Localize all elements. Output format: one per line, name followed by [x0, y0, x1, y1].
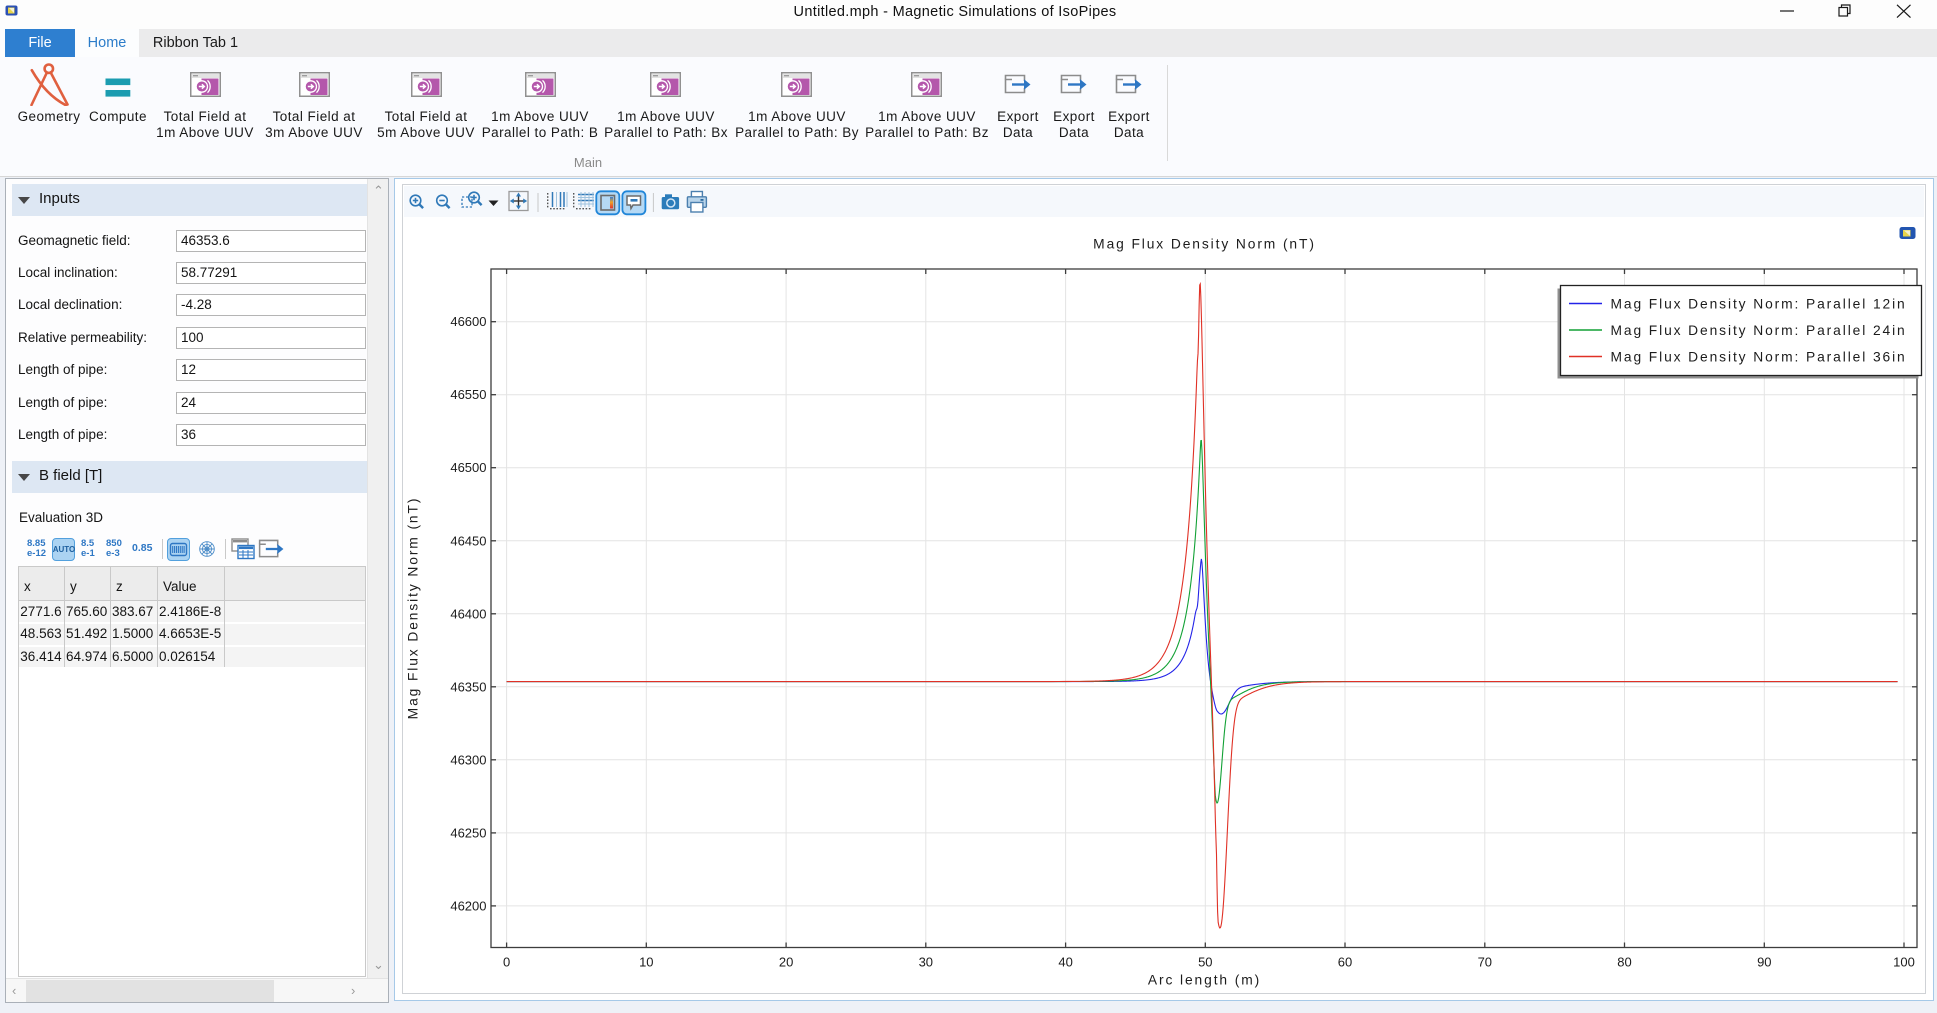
svg-text:50: 50: [1198, 955, 1212, 970]
svg-text:30: 30: [919, 955, 933, 970]
svg-text:46350: 46350: [450, 679, 486, 694]
svg-text:Arc length (m): Arc length (m): [1148, 973, 1261, 988]
svg-text:90: 90: [1757, 955, 1771, 970]
svg-text:80: 80: [1617, 955, 1631, 970]
svg-text:Mag Flux Density Norm (nT): Mag Flux Density Norm (nT): [406, 497, 421, 720]
svg-text:70: 70: [1478, 955, 1492, 970]
svg-text:100: 100: [1893, 955, 1915, 970]
svg-text:0: 0: [503, 955, 510, 970]
svg-text:Mag Flux Density Norm: Paralle: Mag Flux Density Norm: Parallel 24in: [1611, 323, 1907, 338]
svg-text:46400: 46400: [450, 606, 486, 621]
svg-text:10: 10: [639, 955, 653, 970]
svg-text:46300: 46300: [450, 752, 486, 767]
svg-text:46500: 46500: [450, 460, 486, 475]
svg-text:46200: 46200: [450, 898, 486, 913]
svg-text:46450: 46450: [450, 533, 486, 548]
svg-text:46250: 46250: [450, 825, 486, 840]
svg-text:Mag Flux Density Norm: Paralle: Mag Flux Density Norm: Parallel 12in: [1611, 296, 1907, 311]
svg-text:20: 20: [779, 955, 793, 970]
svg-text:Mag Flux Density Norm: Paralle: Mag Flux Density Norm: Parallel 36in: [1611, 349, 1907, 364]
svg-text:40: 40: [1058, 955, 1072, 970]
svg-text:46550: 46550: [450, 387, 486, 402]
svg-text:Mag Flux Density Norm (nT): Mag Flux Density Norm (nT): [1093, 237, 1316, 252]
svg-text:60: 60: [1338, 955, 1352, 970]
svg-text:46600: 46600: [450, 314, 486, 329]
